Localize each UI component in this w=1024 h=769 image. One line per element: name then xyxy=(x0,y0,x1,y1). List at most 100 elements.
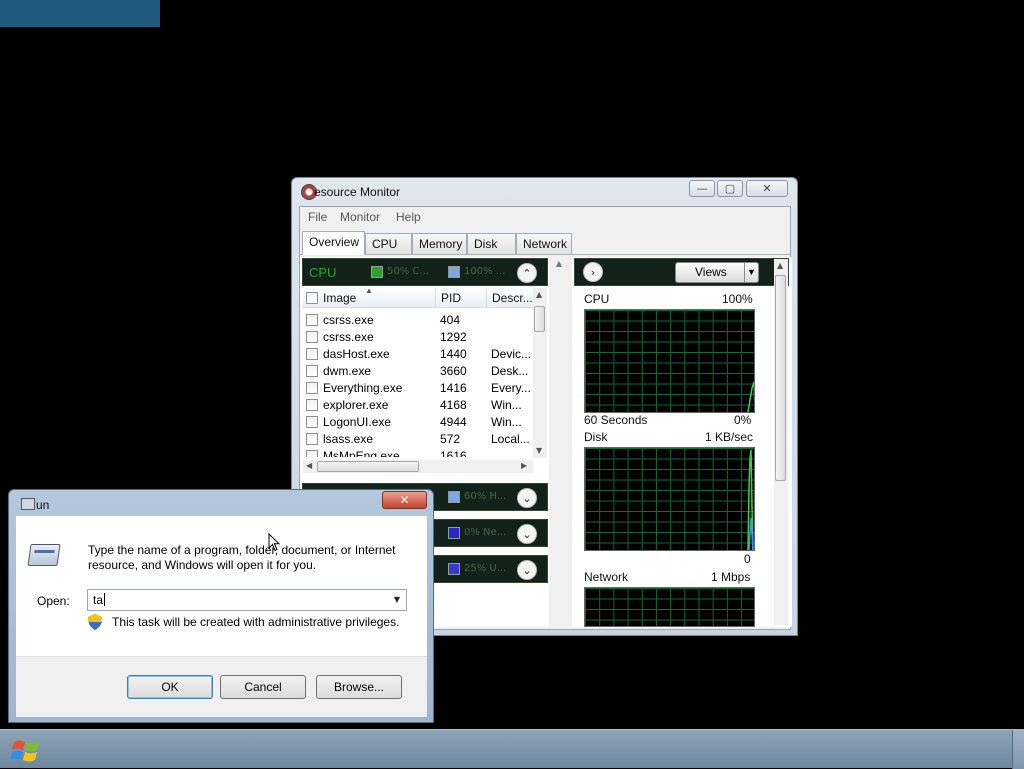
maximize-button[interactable]: ▢ xyxy=(717,180,743,197)
process-vertical-scrollbar[interactable]: ▲ ▼ xyxy=(533,288,547,458)
expand-graphs-icon[interactable]: › xyxy=(583,262,603,282)
process-pid: 3660 xyxy=(440,364,467,378)
table-row[interactable]: dasHost.exe 1440 Devic... xyxy=(303,345,531,362)
process-image: dasHost.exe xyxy=(323,347,390,361)
chevron-down-icon[interactable]: ▼ xyxy=(747,263,756,282)
expand-icon[interactable]: ⌄ xyxy=(517,524,537,544)
column-pid[interactable]: PID xyxy=(441,291,461,305)
collapse-icon[interactable]: ⌃ xyxy=(517,263,537,283)
taskbar xyxy=(0,729,1024,769)
menu-file[interactable]: File xyxy=(308,210,327,224)
graphs-scrollbar[interactable]: ▲ xyxy=(774,259,788,625)
process-description: Every... xyxy=(491,381,531,395)
column-image[interactable]: Image xyxy=(323,291,356,305)
menu-monitor[interactable]: Monitor xyxy=(340,210,380,224)
row-checkbox[interactable] xyxy=(306,331,318,343)
row-checkbox[interactable] xyxy=(306,314,318,326)
column-separator xyxy=(435,288,436,308)
shield-icon xyxy=(88,614,102,630)
cancel-button[interactable]: Cancel xyxy=(220,675,306,699)
run-titlebar[interactable]: un ✕ xyxy=(9,490,433,516)
tab-memory[interactable]: Memory xyxy=(412,233,467,254)
run-program-icon xyxy=(27,544,61,566)
select-all-checkbox[interactable] xyxy=(306,292,318,304)
row-checkbox[interactable] xyxy=(306,450,318,457)
process-pid: 572 xyxy=(440,432,461,446)
chevron-down-icon[interactable]: ▼ xyxy=(390,592,404,608)
close-button[interactable]: ✕ xyxy=(746,180,788,197)
table-row[interactable]: LogonUI.exe 4944 Win... xyxy=(303,413,531,430)
views-label: Views xyxy=(695,265,727,279)
cpu-section-title: CPU xyxy=(309,265,337,280)
process-description: Desk... xyxy=(491,364,529,378)
desktop: esource Monitor — ▢ ✕ File Monitor Help … xyxy=(0,0,1024,769)
table-row[interactable]: explorer.exe 4168 Win... xyxy=(303,396,531,413)
windows-start-icon[interactable] xyxy=(6,732,46,768)
memory-indicator xyxy=(448,491,460,503)
column-description[interactable]: Descr... xyxy=(492,291,533,305)
process-image: MsMpEng.exe xyxy=(323,449,400,457)
tab-disk[interactable]: Disk xyxy=(467,233,516,254)
views-button[interactable]: Views ▼ xyxy=(675,262,759,283)
process-image: lsass.exe xyxy=(323,432,374,446)
scroll-left-icon[interactable]: ◀ xyxy=(306,461,312,470)
cpu-graph-time: 60 Seconds xyxy=(584,413,648,427)
process-horizontal-scrollbar[interactable]: ◀ ▶ xyxy=(303,460,533,473)
table-row[interactable]: Everything.exe 1416 Every... xyxy=(303,379,531,396)
expand-icon[interactable]: ⌄ xyxy=(517,560,537,580)
run-description: Type the name of a program, folder, docu… xyxy=(88,543,396,572)
process-image: csrss.exe xyxy=(323,313,374,327)
process-description: Win... xyxy=(491,398,522,412)
disk-graph xyxy=(584,447,755,551)
network-graph xyxy=(584,587,755,627)
network-indicator xyxy=(448,527,460,539)
run-dialog: un ✕ Type the name of a program, folder,… xyxy=(8,489,434,723)
scroll-thumb[interactable] xyxy=(534,306,545,332)
table-row[interactable]: csrss.exe 1292 xyxy=(303,328,531,345)
expand-icon[interactable]: ⌄ xyxy=(517,488,537,508)
graphs-pane: › Views ▼ CPU 100% 60 Seconds 0% Disk 1 … xyxy=(572,257,792,627)
cpu-section-header[interactable]: CPU 50% C... 100% ... ⌃ xyxy=(302,258,548,286)
scroll-up-icon[interactable]: ▲ xyxy=(536,290,542,299)
row-checkbox[interactable] xyxy=(306,348,318,360)
menu-help[interactable]: Help xyxy=(396,210,421,224)
sort-ascending-icon: ▲ xyxy=(365,286,373,295)
tab-network[interactable]: Network xyxy=(516,233,572,254)
row-checkbox[interactable] xyxy=(306,433,318,445)
tab-overview[interactable]: Overview xyxy=(302,231,365,255)
browse-button[interactable]: Browse... xyxy=(316,675,402,699)
close-button[interactable]: ✕ xyxy=(382,491,427,509)
scroll-thumb[interactable] xyxy=(317,461,419,472)
row-checkbox[interactable] xyxy=(306,365,318,377)
run-title: un xyxy=(36,498,50,512)
admin-privileges-note: This task will be created with administr… xyxy=(112,615,400,629)
left-pane-scrollbar[interactable]: ▲ xyxy=(552,259,566,627)
run-client: Type the name of a program, folder, docu… xyxy=(16,516,427,717)
cpu-frequency-indicator xyxy=(448,266,460,278)
process-pid: 404 xyxy=(440,313,461,327)
process-description: Local... xyxy=(491,432,530,446)
ok-button[interactable]: OK xyxy=(127,675,213,699)
scroll-thumb[interactable] xyxy=(775,275,786,481)
process-image: LogonUI.exe xyxy=(323,415,392,429)
show-desktop-button[interactable] xyxy=(1012,730,1024,769)
row-checkbox[interactable] xyxy=(306,399,318,411)
row-checkbox[interactable] xyxy=(306,382,318,394)
resource-monitor-titlebar[interactable]: esource Monitor — ▢ ✕ xyxy=(292,178,797,206)
scroll-up-icon[interactable]: ▲ xyxy=(777,261,783,270)
minimize-button[interactable]: — xyxy=(689,180,715,197)
network-graph-label: Network xyxy=(584,570,629,584)
process-pid: 1440 xyxy=(440,347,467,361)
open-input-value: ta xyxy=(93,593,106,607)
open-input[interactable]: ta ▼ xyxy=(87,589,407,611)
row-checkbox[interactable] xyxy=(306,416,318,428)
tab-cpu[interactable]: CPU xyxy=(365,233,412,254)
tab-strip: Overview CPU Memory Disk Network xyxy=(300,231,790,255)
table-row[interactable]: MsMpEng.exe 1616 xyxy=(303,447,531,457)
cpu-usage-text: 50% C... xyxy=(387,266,429,277)
table-row[interactable]: csrss.exe 404 xyxy=(303,311,531,328)
table-row[interactable]: dwm.exe 3660 Desk... xyxy=(303,362,531,379)
scroll-down-icon[interactable]: ▼ xyxy=(536,446,542,455)
table-row[interactable]: lsass.exe 572 Local... xyxy=(303,430,531,447)
scroll-right-icon[interactable]: ▶ xyxy=(521,461,527,470)
